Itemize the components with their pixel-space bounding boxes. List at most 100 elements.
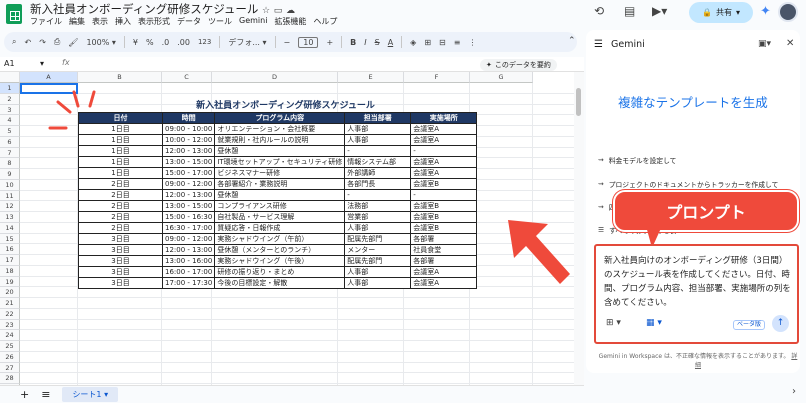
table-cell[interactable]: 会議室B [410, 211, 478, 223]
column-header[interactable]: B [78, 72, 162, 83]
table-cell[interactable]: 研修の振り返り・まとめ [214, 266, 346, 278]
table-cell[interactable]: 昼休憩 [214, 145, 346, 157]
table-cell[interactable]: 今後の目標設定・解散 [214, 277, 346, 289]
table-cell[interactable]: 13:00 - 16:00 [161, 255, 216, 267]
paint-format-icon[interactable]: 🖌 [68, 38, 78, 47]
table-cell[interactable]: 2日目 [78, 189, 163, 201]
table-cell[interactable]: 会議室B [410, 222, 478, 234]
summarize-data-chip[interactable]: ✦ このデータを要約 [480, 59, 557, 71]
font-size-input[interactable]: 10 [298, 36, 319, 48]
table-cell[interactable]: 15:00 - 16:30 [161, 211, 216, 223]
close-icon[interactable]: ✕ [786, 38, 794, 49]
table-cell[interactable]: 人事部 [344, 123, 412, 135]
name-box[interactable]: A1 [4, 59, 15, 68]
table-cell[interactable]: 3日目 [78, 244, 163, 256]
table-cell[interactable]: オリエンテーション・会社概要 [214, 123, 346, 135]
merge-cells-icon[interactable]: ⊟ [439, 38, 446, 47]
insert-table-icon[interactable]: ⊞ ▾ [606, 318, 621, 328]
table-cell[interactable]: 各部署 [410, 233, 478, 245]
table-cell[interactable]: 16:00 - 17:00 [161, 266, 216, 278]
table-cell[interactable]: 各部署紹介・業務説明 [214, 178, 346, 190]
send-button[interactable]: ↑ [772, 315, 789, 332]
table-header-cell[interactable]: 担当部署 [344, 112, 412, 124]
add-sheet-icon[interactable]: + [20, 388, 29, 401]
spreadsheet-grid[interactable]: ABCDEFG 1 2 3 4 5 6 7 8 9 10 11 12 13 14 15 16 17 18 19 20 2… [0, 72, 574, 385]
more-formats-button[interactable]: 123 [198, 38, 211, 46]
decrease-decimal-button[interactable]: .0 [162, 38, 170, 47]
panel-menu-icon[interactable]: ☰ [594, 39, 603, 50]
document-title[interactable]: 新入社員オンボーディング研修スケジュール ☆ ▭ ☁ [30, 1, 295, 17]
sheets-logo-icon[interactable] [6, 4, 22, 24]
table-cell[interactable]: 法務部 [344, 200, 412, 212]
select-all-corner[interactable] [0, 72, 20, 83]
row-header[interactable]: 9 [0, 169, 20, 180]
table-cell[interactable]: - [410, 189, 478, 201]
table-cell[interactable]: コンプライアンス研修 [214, 200, 346, 212]
all-sheets-icon[interactable]: ≡ [41, 388, 50, 401]
column-header[interactable]: E [338, 72, 404, 83]
table-cell[interactable]: 社員食堂 [410, 244, 478, 256]
meet-video-icon[interactable]: ▶▾ [652, 4, 667, 18]
menu-item[interactable]: ツール [208, 16, 232, 27]
column-header[interactable]: C [162, 72, 212, 83]
table-cell[interactable]: 17:00 - 17:30 [161, 277, 216, 289]
table-cell[interactable]: 自社製品・サービス理解 [214, 211, 346, 223]
table-cell[interactable]: 09:00 - 10:00 [161, 123, 216, 135]
table-cell[interactable]: 16:30 - 17:00 [161, 222, 216, 234]
row-header[interactable]: 8 [0, 158, 20, 169]
table-cell[interactable]: 各部署 [410, 255, 478, 267]
menu-item[interactable]: ヘルプ [313, 16, 337, 27]
table-cell[interactable]: - [410, 145, 478, 157]
table-cell[interactable]: 人事部 [344, 222, 412, 234]
more-options-icon[interactable]: ⋮ [468, 38, 476, 47]
strikethrough-button[interactable]: S [375, 38, 380, 47]
table-cell[interactable]: 2日目 [78, 222, 163, 234]
table-cell[interactable]: 質疑応答・日報作成 [214, 222, 346, 234]
table-cell[interactable]: 3日目 [78, 233, 163, 245]
vertical-scrollbar[interactable] [574, 72, 584, 385]
table-cell[interactable]: 2日目 [78, 200, 163, 212]
table-cell[interactable]: 外部講師 [344, 167, 412, 179]
table-cell[interactable]: 会議室B [410, 200, 478, 212]
menu-item[interactable]: Gemini [239, 16, 267, 27]
table-cell[interactable]: 就業規則・社内ルールの説明 [214, 134, 346, 146]
gemini-spark-icon[interactable]: ✦ [760, 4, 771, 19]
name-box-dropdown-icon[interactable]: ▾ [40, 59, 44, 68]
table-cell[interactable]: - [344, 189, 412, 201]
table-cell[interactable]: 3日目 [78, 277, 163, 289]
font-size-increase-button[interactable]: + [326, 38, 333, 47]
prompt-input[interactable]: 新入社員向けのオンボーディング研修（3日間）のスケジュール表を作成してください。… [604, 254, 794, 310]
table-cell[interactable]: 各部門長 [344, 178, 412, 190]
table-header-cell[interactable]: 実施場所 [410, 112, 478, 124]
undo-icon[interactable]: ↶ [24, 38, 31, 47]
menu-item[interactable]: 挿入 [115, 16, 131, 27]
text-color-button[interactable]: A [388, 38, 393, 47]
table-cell[interactable]: 2日目 [78, 178, 163, 190]
collapse-menu-icon[interactable]: ⌃ [568, 36, 576, 46]
table-cell[interactable]: 配属先部門 [344, 233, 412, 245]
table-cell[interactable]: 実務シャドウイング（午前） [214, 233, 346, 245]
table-cell[interactable]: 営業部 [344, 211, 412, 223]
history-icon[interactable]: ⟲ [594, 4, 604, 18]
row-header[interactable]: 13 [0, 212, 20, 223]
table-cell[interactable]: 実務シャドウイング（午後） [214, 255, 346, 267]
fill-color-icon[interactable]: ◈ [410, 38, 416, 47]
table-cell[interactable]: 3日目 [78, 255, 163, 267]
row-header[interactable]: 20 [0, 287, 20, 298]
table-cell[interactable]: 会議室A [410, 156, 478, 168]
row-header[interactable]: 11 [0, 190, 20, 202]
table-cell[interactable]: 12:00 - 13:00 [161, 244, 216, 256]
table-cell[interactable]: ビジネスマナー研修 [214, 167, 346, 179]
row-header[interactable]: 6 [0, 136, 20, 148]
table-cell[interactable]: 昼休憩 [214, 189, 346, 201]
menu-item[interactable]: 表示 [92, 16, 108, 27]
move-folder-icon[interactable]: ▭ [274, 6, 283, 16]
star-icon[interactable]: ☆ [262, 6, 270, 16]
table-cell[interactable]: 会議室A [410, 266, 478, 278]
table-cell[interactable]: 12:00 - 13:00 [161, 189, 216, 201]
zoom-select[interactable]: 100% ▾ [86, 38, 115, 47]
table-cell[interactable]: - [344, 145, 412, 157]
table-cell[interactable]: 15:00 - 17:00 [161, 167, 216, 179]
table-cell[interactable]: 09:00 - 12:00 [161, 178, 216, 190]
comment-icon[interactable]: ▤ [624, 4, 635, 18]
